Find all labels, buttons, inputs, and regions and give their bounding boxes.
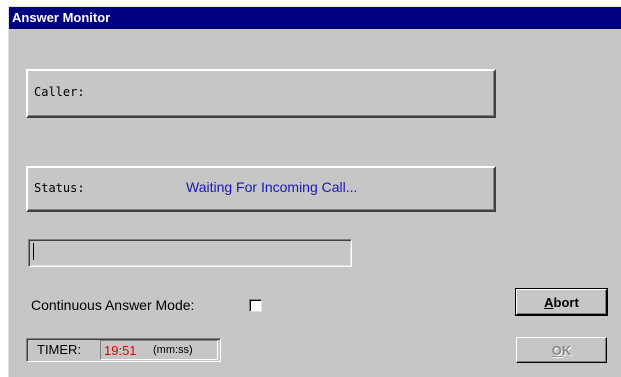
status-value: Waiting For Incoming Call... bbox=[186, 179, 358, 195]
ok-button[interactable]: OK bbox=[516, 337, 607, 363]
caller-panel: Caller: bbox=[26, 69, 496, 118]
caller-label: Caller: bbox=[34, 85, 85, 99]
timer-display: 19:51 (mm:ss) bbox=[100, 340, 218, 360]
text-caret bbox=[33, 243, 34, 260]
continuous-answer-mode-label: Continuous Answer Mode: bbox=[31, 297, 195, 313]
abort-button[interactable]: Abort bbox=[515, 288, 608, 316]
window-title: Answer Monitor bbox=[9, 7, 621, 29]
answer-monitor-window: Answer Monitor Caller: Status: Waiting F… bbox=[8, 6, 621, 377]
timer-label: TIMER: bbox=[37, 342, 82, 357]
timer-panel: TIMER: 19:51 (mm:ss) bbox=[26, 338, 221, 362]
abort-button-label: Abort bbox=[544, 294, 579, 310]
status-panel: Status: Waiting For Incoming Call... bbox=[26, 166, 496, 212]
ok-button-label: OK bbox=[551, 342, 572, 358]
timer-units: (mm:ss) bbox=[153, 344, 193, 356]
progress-field[interactable] bbox=[28, 239, 352, 267]
continuous-answer-mode-checkbox[interactable] bbox=[249, 299, 262, 312]
timer-value: 19:51 bbox=[104, 343, 137, 358]
status-label: Status: bbox=[34, 181, 85, 195]
